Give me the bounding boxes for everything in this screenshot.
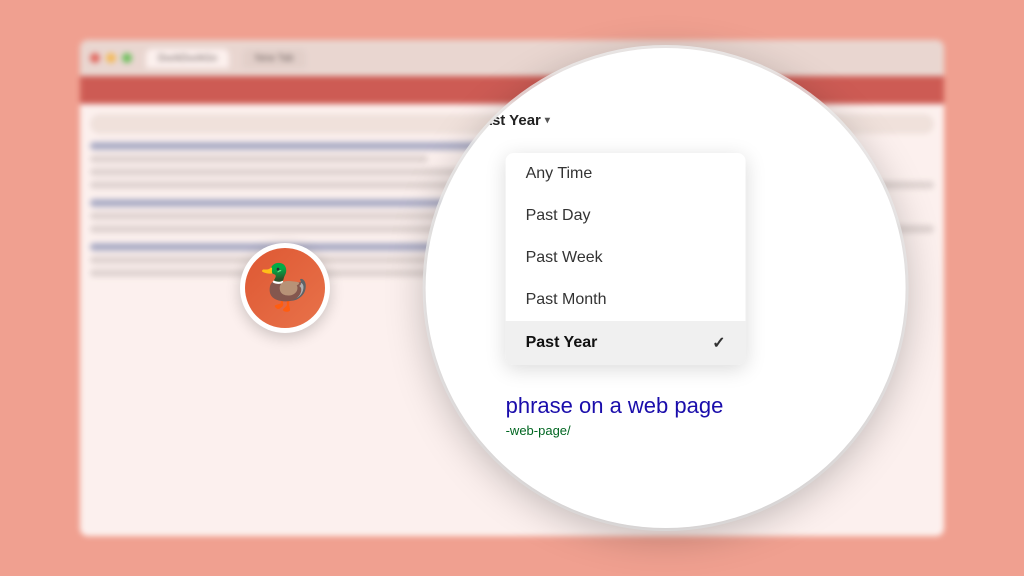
browser-tab-new: New Tab <box>243 49 306 68</box>
ddg-logo-inner: 🦆 <box>245 248 325 328</box>
minimize-dot <box>106 53 116 63</box>
duckduckgo-logo: 🦆 <box>240 243 330 333</box>
result-title-text: phrase on a web page <box>506 393 724 418</box>
search-result-area: phrase on a web page -web-page/ <box>466 393 724 438</box>
past-week-label: Past Week <box>526 249 603 267</box>
any-time-label: Any Time <box>526 165 593 183</box>
past-month-label: Past Month <box>526 291 607 309</box>
past-year-label: Past Year <box>526 334 598 352</box>
browser-tab: DuckDuckGo <box>146 49 229 68</box>
filter-label: Past Year <box>474 112 541 129</box>
time-filter-dropdown: Any Time Past Day Past Week Past Month P… <box>506 153 746 365</box>
filter-toolbar: Past Year ▾ <box>466 108 866 133</box>
past-day-option[interactable]: Past Day <box>506 195 746 237</box>
past-year-filter-button[interactable]: Past Year ▾ <box>466 108 558 133</box>
result-url-text: -web-page/ <box>506 423 571 438</box>
any-time-option[interactable]: Any Time <box>506 153 746 195</box>
past-day-label: Past Day <box>526 207 591 225</box>
result-url: -web-page/ <box>506 423 724 438</box>
magnifier-content: Past Year ▾ Any Time Past Day Past Week … <box>426 48 906 528</box>
past-week-option[interactable]: Past Week <box>506 237 746 279</box>
result-line-1 <box>90 155 428 163</box>
maximize-dot <box>122 53 132 63</box>
result-title: phrase on a web page <box>506 393 724 419</box>
close-dot <box>90 53 100 63</box>
past-year-option[interactable]: Past Year ✓ <box>506 321 746 365</box>
chevron-down-icon: ▾ <box>545 115 550 126</box>
selected-checkmark: ✓ <box>712 333 725 353</box>
past-month-option[interactable]: Past Month <box>506 279 746 321</box>
magnifier-circle: Past Year ▾ Any Time Past Day Past Week … <box>426 48 906 528</box>
duck-icon: 🦆 <box>258 266 313 310</box>
